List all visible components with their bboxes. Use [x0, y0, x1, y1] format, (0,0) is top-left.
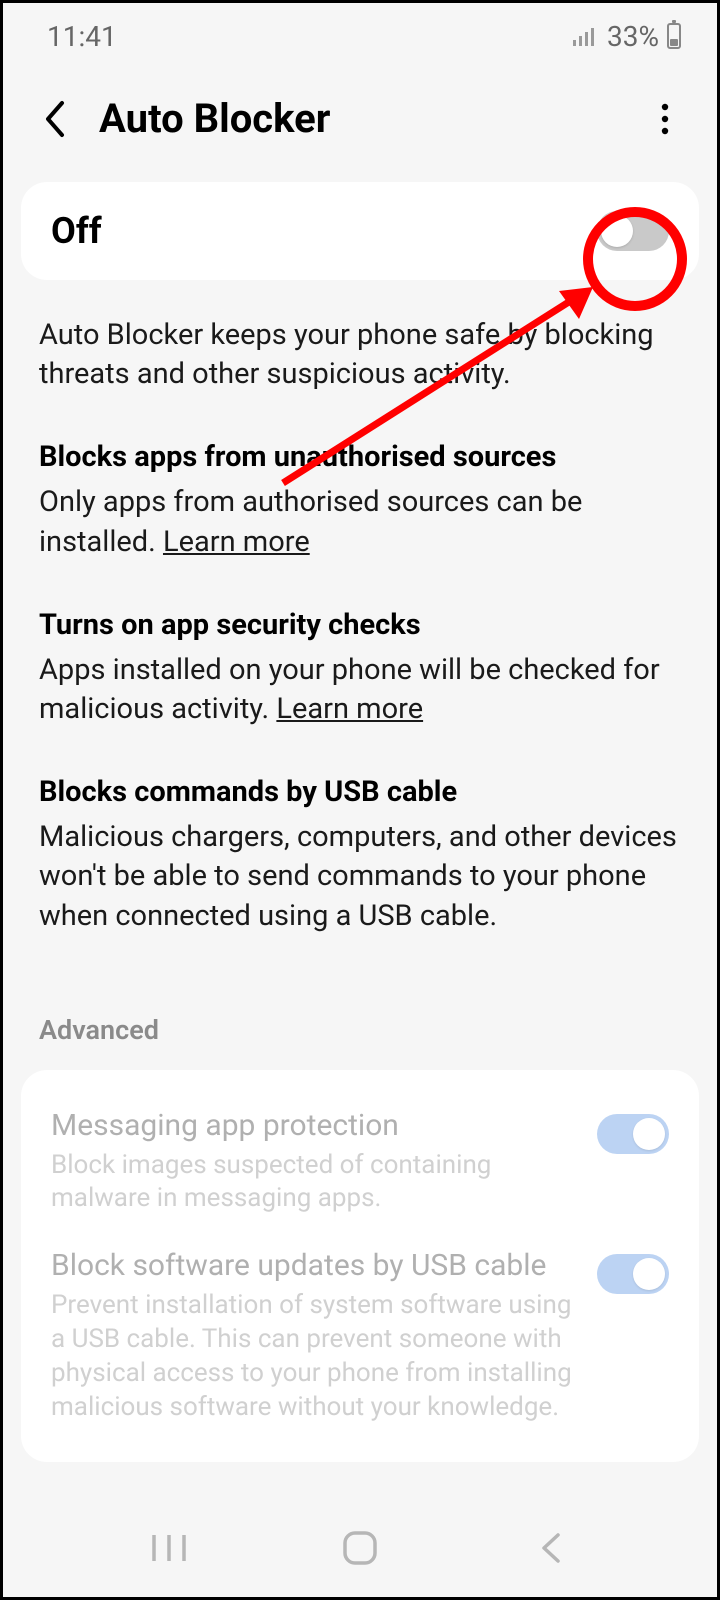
learn-more-link[interactable]: Learn more [163, 525, 310, 559]
nav-back-button[interactable] [521, 1528, 581, 1568]
auto-blocker-toggle[interactable] [597, 211, 669, 251]
section-body: Apps installed on your phone will be che… [39, 651, 681, 729]
back-button[interactable] [33, 97, 77, 141]
section-app-security-checks: Turns on app security checks Apps instal… [39, 606, 681, 729]
section-title: Turns on app security checks [39, 606, 681, 645]
nav-recents-button[interactable] [139, 1528, 199, 1568]
advanced-item-title: Messaging app protection [51, 1106, 579, 1145]
signal-icon [573, 20, 599, 53]
status-time: 11:41 [47, 20, 117, 53]
learn-more-link[interactable]: Learn more [276, 692, 423, 726]
auto-blocker-master-row[interactable]: Off [21, 182, 699, 280]
master-toggle-label: Off [51, 210, 102, 252]
status-right: 33% [573, 20, 681, 53]
section-title: Blocks apps from unauthorised sources [39, 438, 681, 477]
advanced-item-desc: Block images suspected of containing mal… [51, 1149, 579, 1217]
advanced-item-messaging-protection[interactable]: Messaging app protection Block images su… [51, 1080, 669, 1221]
advanced-item-title: Block software updates by USB cable [51, 1246, 579, 1285]
description-area: Auto Blocker keeps your phone safe by bl… [3, 280, 717, 1000]
header: Auto Blocker [3, 65, 717, 182]
advanced-item-desc: Prevent installation of system software … [51, 1289, 579, 1424]
battery-percent: 33% [607, 20, 659, 53]
section-unauthorised-sources: Blocks apps from unauthorised sources On… [39, 438, 681, 561]
system-nav-bar [3, 1509, 717, 1597]
status-bar: 11:41 33% [3, 3, 717, 65]
more-options-button[interactable] [643, 97, 687, 141]
section-title: Blocks commands by USB cable [39, 773, 681, 812]
nav-home-button[interactable] [330, 1528, 390, 1568]
intro-text: Auto Blocker keeps your phone safe by bl… [39, 316, 681, 394]
advanced-item-block-usb-updates[interactable]: Block software updates by USB cable Prev… [51, 1220, 669, 1428]
advanced-card: Messaging app protection Block images su… [21, 1070, 699, 1463]
section-blocks-usb-commands: Blocks commands by USB cable Malicious c… [39, 773, 681, 936]
section-body: Only apps from authorised sources can be… [39, 483, 681, 561]
page-title: Auto Blocker [99, 95, 621, 142]
section-body: Malicious chargers, computers, and other… [39, 818, 681, 935]
messaging-protection-toggle[interactable] [597, 1114, 669, 1154]
battery-icon [667, 23, 681, 49]
advanced-group-label: Advanced [3, 1000, 717, 1070]
block-usb-updates-toggle[interactable] [597, 1254, 669, 1294]
